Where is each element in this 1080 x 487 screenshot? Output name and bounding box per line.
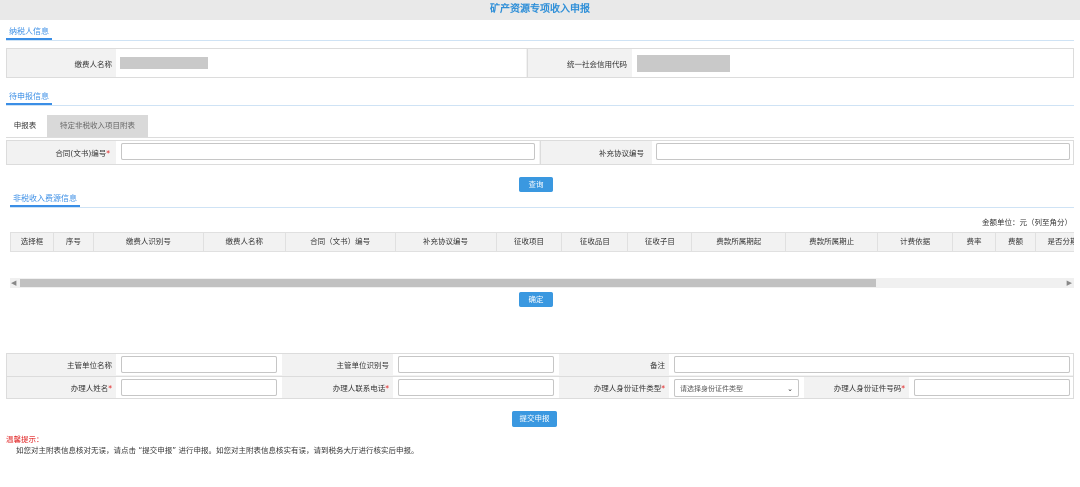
dept-id-input[interactable] [398, 356, 554, 373]
tab-declaration-form[interactable]: 申报表 [6, 115, 44, 137]
scrollbar-thumb[interactable] [20, 279, 876, 287]
col-select: 选择框 [10, 232, 54, 252]
remark-input[interactable] [674, 356, 1070, 373]
horizontal-scrollbar[interactable]: ◀ ▶ [10, 278, 1074, 288]
supplement-label: 补充协议编号 [599, 149, 644, 158]
submit-declaration-button[interactable]: 提交申报 [512, 411, 557, 427]
remark-label: 备注 [650, 361, 665, 370]
fee-source-table: 选择框 序号 缴费人识别号 缴费人名称 合同（文书）编号 补充协议编号 征收项目… [10, 232, 1074, 252]
handler-phone-input[interactable] [398, 379, 554, 396]
contract-number-input[interactable] [121, 143, 535, 160]
col-contract-number: 合同（文书）编号 [284, 232, 396, 252]
col-payer-name: 缴费人名称 [202, 232, 286, 252]
col-index: 序号 [52, 232, 94, 252]
dept-name-label: 主管单位名称 [67, 361, 112, 370]
scroll-right-icon[interactable]: ▶ [1067, 279, 1072, 287]
handler-name-label: 办理人姓名* [70, 384, 112, 393]
query-button[interactable]: 查询 [519, 177, 553, 192]
handler-name-input[interactable] [121, 379, 277, 396]
scroll-left-icon[interactable]: ◀ [11, 279, 16, 287]
source-section-title: 非税收入费源信息 [10, 193, 80, 207]
tab-baseline [6, 137, 1074, 138]
credit-code-label: 统一社会信用代码 [567, 60, 627, 69]
col-installment: 是否分期 [1034, 232, 1074, 252]
col-rate: 费率 [952, 232, 996, 252]
table-header-row: 选择框 序号 缴费人识别号 缴费人名称 合同（文书）编号 补充协议编号 征收项目… [10, 232, 1074, 252]
pending-section-title: 待申报信息 [6, 91, 52, 105]
taxpayer-section-title: 纳税人信息 [6, 26, 52, 40]
col-basis: 计费依据 [877, 232, 954, 252]
col-collection-category: 征收品目 [561, 232, 629, 252]
tips-title: 温馨提示： [6, 435, 44, 444]
col-period-start: 费款所属期起 [691, 232, 787, 252]
section-divider [10, 207, 1074, 208]
col-collection-subitem: 征收子目 [627, 232, 693, 252]
col-payer-id: 缴费人识别号 [92, 232, 204, 252]
amount-unit-note: 金额单位：元（列至角分） [982, 218, 1072, 227]
confirm-button[interactable]: 确定 [519, 292, 553, 307]
id-type-value: 请选择身份证件类型 [680, 385, 743, 393]
dept-name-input[interactable] [121, 356, 277, 373]
handler-phone-label: 办理人联系电话* [332, 384, 389, 393]
col-collection-item: 征收项目 [495, 232, 563, 252]
section-divider [6, 105, 1074, 106]
col-amount: 费额 [994, 232, 1036, 252]
section-divider [6, 40, 1074, 41]
chevron-down-icon: ⌄ [787, 385, 793, 393]
id-number-input[interactable] [914, 379, 1070, 396]
id-number-label: 办理人身份证件号码* [833, 384, 905, 393]
supplement-number-input[interactable] [656, 143, 1070, 160]
id-type-label: 办理人身份证件类型* [593, 384, 665, 393]
col-supplement-number: 补充协议编号 [394, 232, 497, 252]
credit-code-value [637, 55, 730, 72]
payer-name-value [120, 57, 208, 69]
col-period-end: 费款所属期止 [785, 232, 879, 252]
id-type-select[interactable]: 请选择身份证件类型 ⌄ [674, 379, 799, 397]
tab-special-attachment[interactable]: 特定非税收入项目附表 [47, 115, 148, 137]
tips-text: 如您对主附表信息核对无误，请点击 “提交申报” 进行申报。如您对主附表信息核实有… [16, 446, 419, 455]
page-title: 矿产资源专项收入申报 [0, 0, 1080, 20]
dept-id-label: 主管单位识别号 [336, 361, 390, 370]
contract-label: 合同(文书)编号* [55, 149, 110, 158]
payer-name-label: 缴费人名称 [74, 60, 113, 69]
